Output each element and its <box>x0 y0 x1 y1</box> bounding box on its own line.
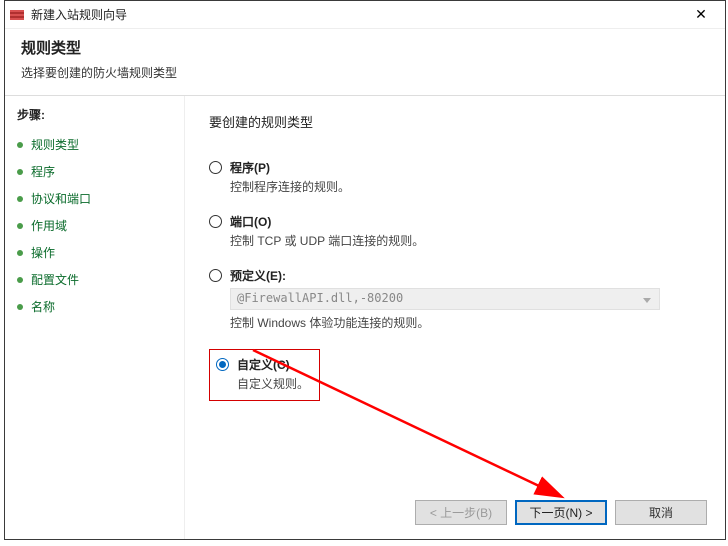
step-label: 名称 <box>31 298 55 315</box>
radio-icon <box>209 269 222 282</box>
step-action[interactable]: 操作 <box>17 239 172 266</box>
titlebar: 新建入站规则向导 ✕ <box>5 1 725 29</box>
bullet-icon <box>17 277 23 283</box>
radio-icon <box>209 161 222 174</box>
cancel-button[interactable]: 取消 <box>615 500 707 525</box>
main-panel: 要创建的规则类型 程序(P) 控制程序连接的规则。 端口(O) 控制 TCP 或… <box>185 96 725 539</box>
steps-sidebar: 步骤: 规则类型 程序 协议和端口 作用域 操作 配置文件 名称 <box>5 96 185 539</box>
radio-label: 程序(P) <box>230 159 701 176</box>
bullet-icon <box>17 142 23 148</box>
page-subtitle: 选择要创建的防火墙规则类型 <box>21 64 709 81</box>
wizard-window: 新建入站规则向导 ✕ 规则类型 选择要创建的防火墙规则类型 步骤: 规则类型 程… <box>4 0 726 540</box>
wizard-body: 步骤: 规则类型 程序 协议和端口 作用域 操作 配置文件 名称 要创建的规则类… <box>5 95 725 539</box>
step-protocol-ports[interactable]: 协议和端口 <box>17 185 172 212</box>
close-button[interactable]: ✕ <box>681 1 721 29</box>
radio-label: 自定义(C) <box>237 356 309 373</box>
bullet-icon <box>17 169 23 175</box>
radio-label: 预定义(E): <box>230 267 701 284</box>
step-scope[interactable]: 作用域 <box>17 212 172 239</box>
step-program[interactable]: 程序 <box>17 158 172 185</box>
step-label: 配置文件 <box>31 271 79 288</box>
radio-content: 自定义(C) 自定义规则。 <box>237 356 309 392</box>
highlight-box: 自定义(C) 自定义规则。 <box>209 349 320 401</box>
radio-content: 程序(P) 控制程序连接的规则。 <box>230 159 701 195</box>
radio-option-predefined[interactable]: 预定义(E): @FirewallAPI.dll,-80200 控制 Windo… <box>209 267 701 331</box>
radio-description: 控制 Windows 体验功能连接的规则。 <box>230 314 701 331</box>
highlighted-selection: 自定义(C) 自定义规则。 <box>209 349 701 401</box>
radio-icon-checked <box>216 358 229 371</box>
bullet-icon <box>17 196 23 202</box>
wizard-footer: < 上一步(B) 下一页(N) > 取消 <box>415 500 707 525</box>
step-name[interactable]: 名称 <box>17 293 172 320</box>
radio-description: 自定义规则。 <box>237 375 309 392</box>
steps-heading: 步骤: <box>17 106 172 123</box>
wizard-header: 规则类型 选择要创建的防火墙规则类型 <box>5 29 725 95</box>
radio-description: 控制程序连接的规则。 <box>230 178 701 195</box>
radio-option-program[interactable]: 程序(P) 控制程序连接的规则。 <box>209 159 701 195</box>
main-heading: 要创建的规则类型 <box>209 112 701 131</box>
page-title: 规则类型 <box>21 37 709 58</box>
step-profile[interactable]: 配置文件 <box>17 266 172 293</box>
radio-content: 预定义(E): @FirewallAPI.dll,-80200 控制 Windo… <box>230 267 701 331</box>
bullet-icon <box>17 250 23 256</box>
step-label: 协议和端口 <box>31 190 91 207</box>
step-rule-type[interactable]: 规则类型 <box>17 131 172 158</box>
bullet-icon <box>17 304 23 310</box>
predefined-dropdown[interactable]: @FirewallAPI.dll,-80200 <box>230 288 660 310</box>
step-label: 作用域 <box>31 217 67 234</box>
radio-description: 控制 TCP 或 UDP 端口连接的规则。 <box>230 232 701 249</box>
window-title: 新建入站规则向导 <box>31 6 681 23</box>
radio-label: 端口(O) <box>230 213 701 230</box>
step-label: 程序 <box>31 163 55 180</box>
step-label: 规则类型 <box>31 136 79 153</box>
radio-content: 端口(O) 控制 TCP 或 UDP 端口连接的规则。 <box>230 213 701 249</box>
step-label: 操作 <box>31 244 55 261</box>
next-button[interactable]: 下一页(N) > <box>515 500 607 525</box>
radio-option-custom[interactable]: 自定义(C) 自定义规则。 <box>216 356 309 392</box>
radio-option-port[interactable]: 端口(O) 控制 TCP 或 UDP 端口连接的规则。 <box>209 213 701 249</box>
back-button[interactable]: < 上一步(B) <box>415 500 507 525</box>
rule-type-radio-group: 程序(P) 控制程序连接的规则。 端口(O) 控制 TCP 或 UDP 端口连接… <box>209 159 701 401</box>
firewall-icon <box>9 7 25 23</box>
radio-icon <box>209 215 222 228</box>
bullet-icon <box>17 223 23 229</box>
